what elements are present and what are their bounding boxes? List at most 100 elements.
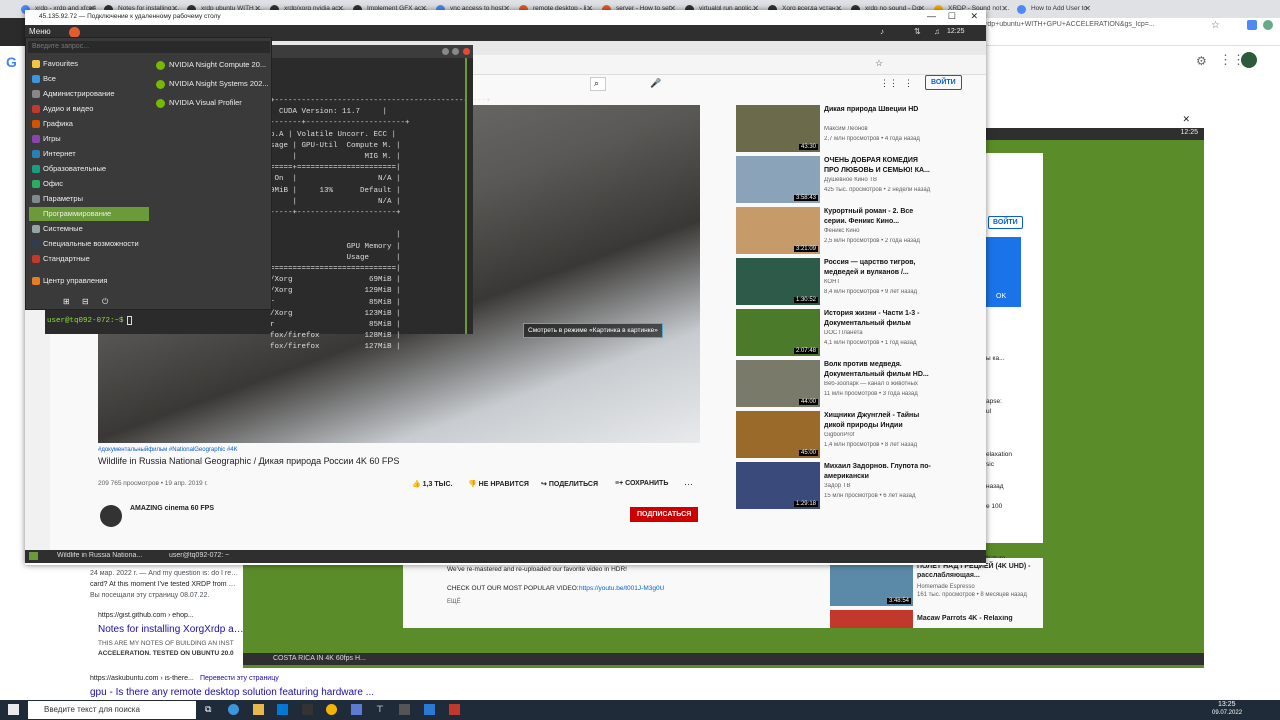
power-icon[interactable]: ⏻: [102, 297, 108, 307]
sign-in-button[interactable]: ВОЙТИ: [925, 75, 962, 90]
video-thumbnail[interactable]: 1:30:52: [736, 258, 820, 305]
menu-app-1[interactable]: NVIDIA Nsight Systems 202...: [153, 77, 271, 91]
video-thumbnail[interactable]: 43:30: [736, 105, 820, 152]
menu-app-0[interactable]: NVIDIA Nsight Compute 20...: [153, 58, 271, 72]
menu-category-0[interactable]: Favourites: [29, 57, 149, 71]
windows-start-icon[interactable]: [8, 704, 19, 715]
account-avatar[interactable]: [1241, 52, 1257, 68]
channel-name[interactable]: AMAZING cinema 60 FPS: [130, 505, 214, 512]
menu-category-6[interactable]: Интернет: [29, 147, 149, 161]
menu-category-8[interactable]: Офис: [29, 177, 149, 191]
video-title[interactable]: Михаил Задорнов. Глупота по-американски: [824, 462, 934, 481]
bookmark-star-icon[interactable]: ☆: [1211, 20, 1220, 31]
menu-app-2[interactable]: NVIDIA Visual Profiler: [153, 96, 271, 110]
rdp2-more-button[interactable]: ЕЩЁ: [447, 599, 461, 605]
subscribe-button[interactable]: ПОДПИСАТЬСЯ: [630, 507, 699, 522]
video-hashtags[interactable]: #документальныйфильм #NationalGeographic…: [98, 447, 238, 453]
remote-bookmark-icon[interactable]: ☆: [875, 58, 883, 69]
video-title[interactable]: Курортный роман - 2. Все серии. Феникс К…: [824, 207, 934, 226]
rdp2-side2-title[interactable]: Macaw Parrots 4K - Relaxing: [917, 615, 1037, 622]
video-title[interactable]: Волк против медведя. Документальный филь…: [824, 360, 934, 379]
terminal-scrollbar[interactable]: [465, 58, 473, 334]
related-video[interactable]: 1:30:52 Россия — царство тигров, медведей…: [736, 258, 936, 306]
network-icon[interactable]: ⇅: [914, 27, 921, 36]
video-title[interactable]: Россия — царство тигров, медведей и вулк…: [824, 258, 934, 277]
video-thumbnail[interactable]: 3:58:43: [736, 156, 820, 203]
vscode-icon[interactable]: [424, 704, 435, 715]
save-button[interactable]: ≡+ СОХРАНИТЬ: [615, 480, 668, 487]
share-button[interactable]: ↪ ПОДЕЛИТЬСЯ: [541, 480, 598, 488]
more-actions-icon[interactable]: ···: [684, 479, 693, 489]
video-thumbnail[interactable]: 2:07:48: [736, 309, 820, 356]
rdp2-desc-link[interactable]: https://youtu.be/t001J-M3g0U: [579, 585, 664, 592]
result-2-url[interactable]: https://gist.github.com › ehop...: [98, 612, 248, 619]
video-title[interactable]: История жизни - Части 1-3 - Документальн…: [824, 309, 934, 328]
related-video[interactable]: 44:00 Волк против медведя. Документальный…: [736, 360, 936, 408]
menu-category-9[interactable]: Параметры: [29, 192, 149, 206]
dislike-button[interactable]: 👎 НЕ НРАВИТСЯ: [468, 480, 529, 488]
result-2-title[interactable]: Notes for installing XorgXrdp and: [98, 624, 244, 635]
rdp2-side2-thumb[interactable]: [830, 610, 913, 628]
related-video[interactable]: 3:21:09 Курортный роман - 2. Все серии. Ф…: [736, 207, 936, 255]
video-thumbnail[interactable]: 3:21:09: [736, 207, 820, 254]
pip-button[interactable]: Смотреть в режиме «Картинка в картинке»: [523, 323, 663, 338]
app-icon-2[interactable]: [399, 704, 410, 715]
rdp-app-icon[interactable]: [351, 704, 362, 715]
mic-icon[interactable]: 🎤: [650, 78, 661, 89]
menu-category-13[interactable]: Стандартные: [29, 252, 149, 266]
video-title[interactable]: ОЧЕНЬ ДОБРАЯ КОМЕДИЯ ПРО ЛЮБОВЬ И СЕМЬЮ!…: [824, 156, 934, 175]
menu-category-7[interactable]: Образовательные: [29, 162, 149, 176]
app-icon-3[interactable]: [449, 704, 460, 715]
menu-button[interactable]: Меню: [29, 27, 51, 36]
menu-search-input[interactable]: Введите запрос...: [28, 41, 270, 53]
host-tab[interactable]: How to Add User to ✕: [1011, 2, 1093, 17]
menu-category-4[interactable]: Графика: [29, 117, 149, 131]
settings-gear-icon[interactable]: ⚙: [1196, 54, 1207, 68]
store-icon[interactable]: [277, 704, 288, 715]
result-3-translate[interactable]: Перевести эту страницу: [200, 675, 300, 682]
terminal-minimize-icon[interactable]: [442, 48, 449, 55]
edge-icon[interactable]: [228, 704, 239, 715]
taskbar-item-terminal[interactable]: user@tq092-072: ~: [159, 552, 279, 559]
explorer-icon[interactable]: [253, 704, 264, 715]
related-video[interactable]: 45:00 Хищники Джунглей - Тайны дикой прир…: [736, 411, 936, 459]
terminal-prompt[interactable]: user@tq092-072:~$: [47, 317, 124, 325]
menu-category-3[interactable]: Аудио и видео: [29, 102, 149, 116]
menu-category-2[interactable]: Администрирование: [29, 87, 149, 101]
search-button[interactable]: ⌕: [590, 77, 606, 91]
video-thumbnail[interactable]: 44:00: [736, 360, 820, 407]
video-title[interactable]: Хищники Джунглей - Тайны дикой природы И…: [824, 411, 934, 430]
taskbar-date[interactable]: 09.07.2022: [1212, 710, 1242, 716]
profile-avatar[interactable]: [1263, 20, 1273, 30]
task-view-icon[interactable]: ⧉: [205, 704, 211, 715]
video-thumbnail[interactable]: 1:29:18: [736, 462, 820, 509]
taskbar-search-input[interactable]: Введите текст для поиска: [28, 701, 196, 719]
related-video[interactable]: 1:29:18 Михаил Задорнов. Глупота по-амери…: [736, 462, 936, 510]
rdp-close-icon[interactable]: ✕: [970, 11, 978, 22]
taskbar-time[interactable]: 13:25: [1218, 701, 1236, 708]
terminal-close-icon[interactable]: [463, 48, 470, 55]
volume-icon[interactable]: ♫: [934, 27, 940, 36]
video-title[interactable]: Дикая природа Швеции HD: [824, 105, 934, 115]
lock-screen-icon[interactable]: ⊞: [63, 297, 70, 306]
menu-category-10[interactable]: Программирование: [29, 207, 149, 221]
extension-icon[interactable]: [1247, 20, 1257, 30]
notification-bell-icon[interactable]: ♪: [880, 27, 884, 36]
more-icon[interactable]: ⋮: [904, 78, 913, 89]
tab-close-icon[interactable]: ✕: [1001, 4, 1008, 13]
show-desktop-icon[interactable]: [29, 552, 38, 560]
taskbar-item-browser[interactable]: Wildlife in Russia Nationa...: [45, 552, 160, 559]
channel-avatar[interactable]: [100, 505, 122, 527]
tab-close-icon[interactable]: ✕: [1084, 4, 1091, 13]
rdp2-close-icon[interactable]: ✕: [1182, 114, 1190, 125]
rdp-maximize-icon[interactable]: ☐: [948, 11, 956, 22]
menu-category-14[interactable]: Центр управления: [29, 274, 149, 288]
result-3-title[interactable]: gpu - Is there any remote desktop soluti…: [90, 687, 390, 698]
like-button[interactable]: 👍 1,3 ТЫС.: [412, 480, 452, 488]
menu-category-12[interactable]: Специальные возможности: [29, 237, 149, 251]
apps-icon[interactable]: ⋮⋮: [880, 78, 898, 89]
related-video[interactable]: 43:30 Дикая природа Швеции HD Максим Леоно…: [736, 105, 936, 153]
rdp2-taskbar-item[interactable]: COSTA RICA IN 4K 60fps H...: [273, 655, 366, 662]
app-icon-1[interactable]: ⊤: [376, 704, 384, 715]
related-video[interactable]: 3:58:43 ОЧЕНЬ ДОБРАЯ КОМЕДИЯ ПРО ЛЮБОВЬ И…: [736, 156, 936, 204]
